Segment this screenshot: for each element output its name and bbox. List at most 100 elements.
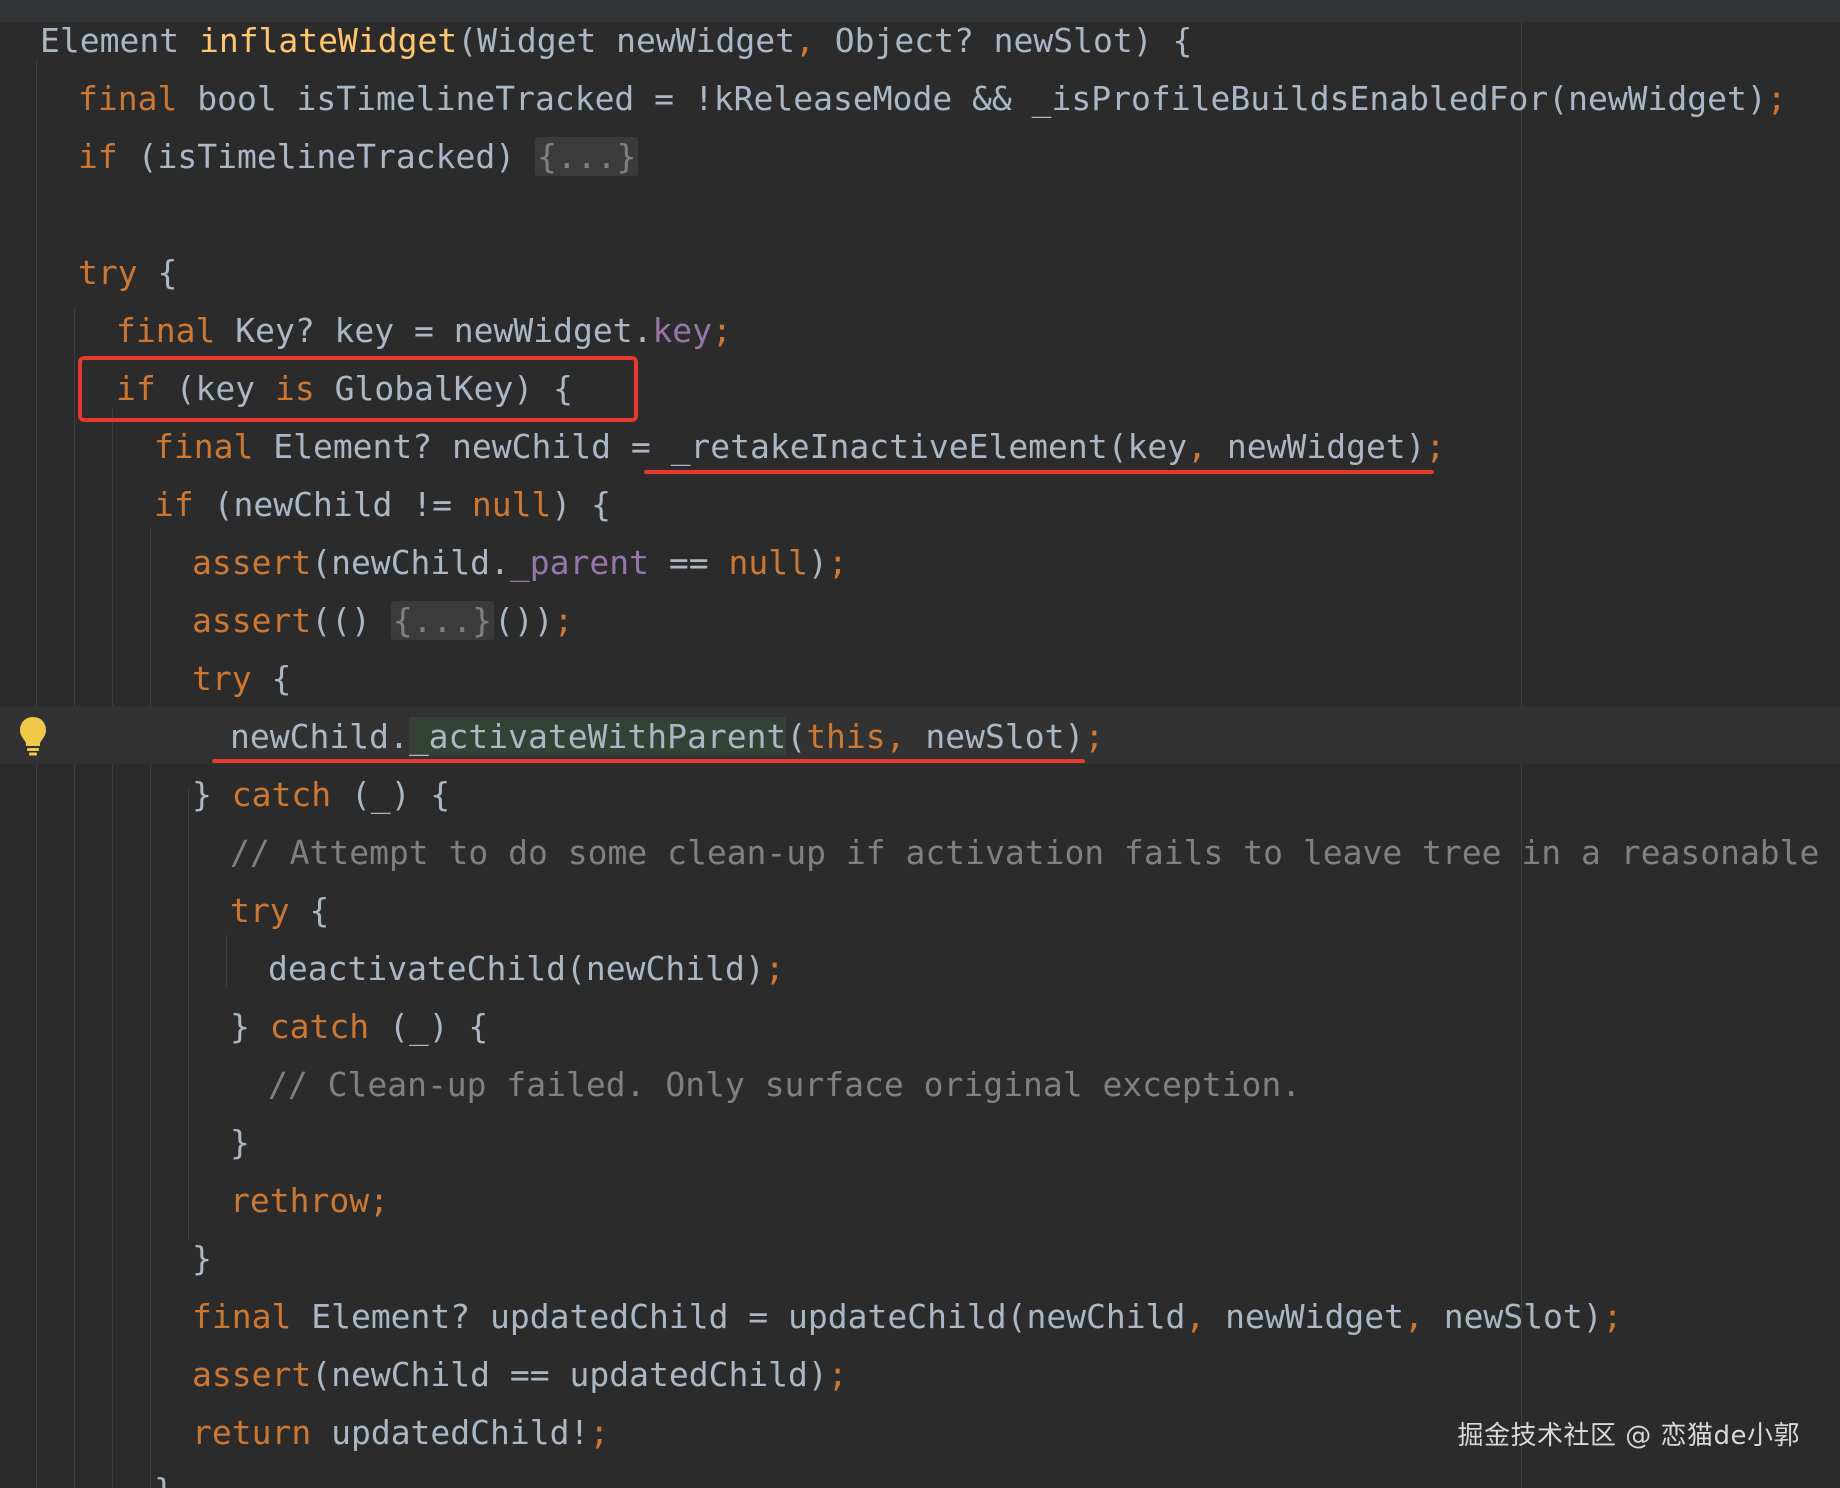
- code-line[interactable]: assert(() {...}());: [192, 592, 574, 650]
- code-token: catch: [269, 1007, 370, 1046]
- code-token: ,: [1187, 427, 1207, 466]
- code-line[interactable]: // Clean-up failed. Only surface origina…: [268, 1056, 1301, 1114]
- code-token: ;: [1602, 1297, 1623, 1336]
- code-token: ,: [1403, 1297, 1424, 1336]
- code-token: deactivateChild(newChild): [268, 949, 765, 988]
- code-token: }: [154, 1471, 174, 1488]
- code-line[interactable]: final Element? updatedChild = updateChil…: [192, 1288, 1623, 1346]
- code-token: (newChild == updatedChild): [311, 1355, 828, 1394]
- code-token: try: [78, 253, 138, 292]
- code-token: ;: [589, 1413, 610, 1452]
- code-line[interactable]: } catch (_) {: [230, 998, 488, 1056]
- code-line[interactable]: try {: [230, 882, 329, 940]
- code-token: ) {: [551, 485, 611, 524]
- code-token: null: [728, 543, 808, 582]
- indent-guide: [112, 408, 113, 1488]
- code-token: _activateWithParent: [408, 717, 787, 756]
- code-token: Object? newSlot) {: [814, 21, 1193, 60]
- code-token: newSlot): [1423, 1297, 1603, 1336]
- code-token: try: [230, 891, 290, 930]
- indent-guide: [226, 935, 227, 987]
- code-token: (_) {: [331, 775, 451, 814]
- code-token: }: [192, 1239, 212, 1278]
- code-token: ): [807, 543, 828, 582]
- code-line[interactable]: final Key? key = newWidget.key;: [116, 302, 732, 360]
- code-token: assert: [192, 601, 312, 640]
- code-token: newSlot): [905, 717, 1085, 756]
- indent-guide: [150, 528, 151, 1488]
- code-line[interactable]: assert(newChild._parent == null);: [192, 534, 848, 592]
- code-line[interactable]: // Attempt to do some clean-up if activa…: [230, 824, 1840, 882]
- code-token: Element? updatedChild = updateChild(newC…: [291, 1297, 1186, 1336]
- code-line[interactable]: if (isTimelineTracked) {...}: [78, 128, 639, 186]
- code-token: this: [806, 717, 886, 756]
- code-token: assert: [192, 1355, 312, 1394]
- folded-code-region[interactable]: {...}: [390, 601, 495, 640]
- code-token: inflateWidget: [198, 21, 458, 60]
- code-token: ;: [1425, 427, 1446, 466]
- code-token: key: [652, 311, 713, 350]
- code-token: final: [154, 427, 254, 466]
- code-token: ;: [1766, 79, 1787, 118]
- code-line[interactable]: deactivateChild(newChild);: [268, 940, 785, 998]
- code-token: newWidget: [1205, 1297, 1404, 1336]
- code-line[interactable]: }: [154, 1462, 174, 1488]
- code-line[interactable]: }: [192, 1230, 212, 1288]
- code-line[interactable]: rethrow;: [230, 1172, 389, 1230]
- code-token: newChild.: [230, 717, 409, 756]
- annotation-box-globalkey: [78, 356, 638, 422]
- code-token: null: [471, 485, 552, 524]
- code-token: assert: [192, 543, 312, 582]
- code-token: // Clean-up failed. Only surface origina…: [268, 1065, 1302, 1104]
- code-token: ;: [553, 601, 574, 640]
- code-line[interactable]: Element inflateWidget(Widget newWidget, …: [40, 12, 1192, 70]
- code-token: }: [192, 775, 232, 814]
- code-token: {: [251, 659, 292, 698]
- code-token: ;: [827, 543, 848, 582]
- code-token: catch: [231, 775, 332, 814]
- code-line[interactable]: try {: [78, 244, 177, 302]
- code-line[interactable]: try {: [192, 650, 291, 708]
- code-editor[interactable]: Element inflateWidget(Widget newWidget, …: [0, 0, 1840, 1488]
- code-token: ()): [494, 601, 554, 640]
- code-token: ;: [827, 1355, 848, 1394]
- code-token: ((): [311, 601, 391, 640]
- code-token: {: [289, 891, 330, 930]
- code-token: }: [230, 1007, 270, 1046]
- code-token: ==: [648, 543, 729, 582]
- code-token: (_) {: [369, 1007, 489, 1046]
- watermark: 掘金技术社区 @ 恋猫de小郭: [1457, 1421, 1800, 1451]
- indent-guide: [74, 308, 75, 1488]
- indent-guide: [188, 788, 189, 1240]
- code-token: Element? newChild = _retakeInactiveEleme…: [253, 427, 1188, 466]
- code-token: ;: [369, 1181, 389, 1220]
- folded-code-region[interactable]: {...}: [534, 137, 639, 176]
- annotation-underline-retake: [644, 470, 1434, 474]
- code-line[interactable]: return updatedChild!;: [192, 1404, 609, 1462]
- code-token: if: [154, 485, 194, 524]
- code-token: (newChild !=: [193, 485, 472, 524]
- code-token: (newChild.: [311, 543, 510, 582]
- code-token: newWidget): [1207, 427, 1426, 466]
- code-token: Key? key = newWidget.: [215, 311, 653, 350]
- code-line[interactable]: newChild._activateWithParent(this, newSl…: [230, 708, 1104, 766]
- code-line[interactable]: final Element? newChild = _retakeInactiv…: [154, 418, 1445, 476]
- code-token: ;: [764, 949, 785, 988]
- code-token: rethrow: [230, 1181, 370, 1220]
- lightbulb-icon[interactable]: [18, 715, 48, 757]
- code-token: ,: [795, 21, 815, 60]
- annotation-underline-activate: [212, 759, 1085, 763]
- code-token: ;: [1084, 717, 1105, 756]
- code-token: Element: [40, 21, 199, 60]
- code-token: bool isTimelineTracked = !kReleaseMode &…: [177, 79, 1767, 118]
- code-token: _parent: [509, 543, 649, 582]
- code-token: final: [78, 79, 178, 118]
- code-token: if: [78, 137, 118, 176]
- code-token: ,: [885, 717, 906, 756]
- code-token: ,: [1185, 1297, 1206, 1336]
- code-line[interactable]: }: [230, 1114, 250, 1172]
- code-line[interactable]: assert(newChild == updatedChild);: [192, 1346, 848, 1404]
- code-line[interactable]: } catch (_) {: [192, 766, 450, 824]
- code-line[interactable]: if (newChild != null) {: [154, 476, 611, 534]
- code-line[interactable]: final bool isTimelineTracked = !kRelease…: [78, 70, 1787, 128]
